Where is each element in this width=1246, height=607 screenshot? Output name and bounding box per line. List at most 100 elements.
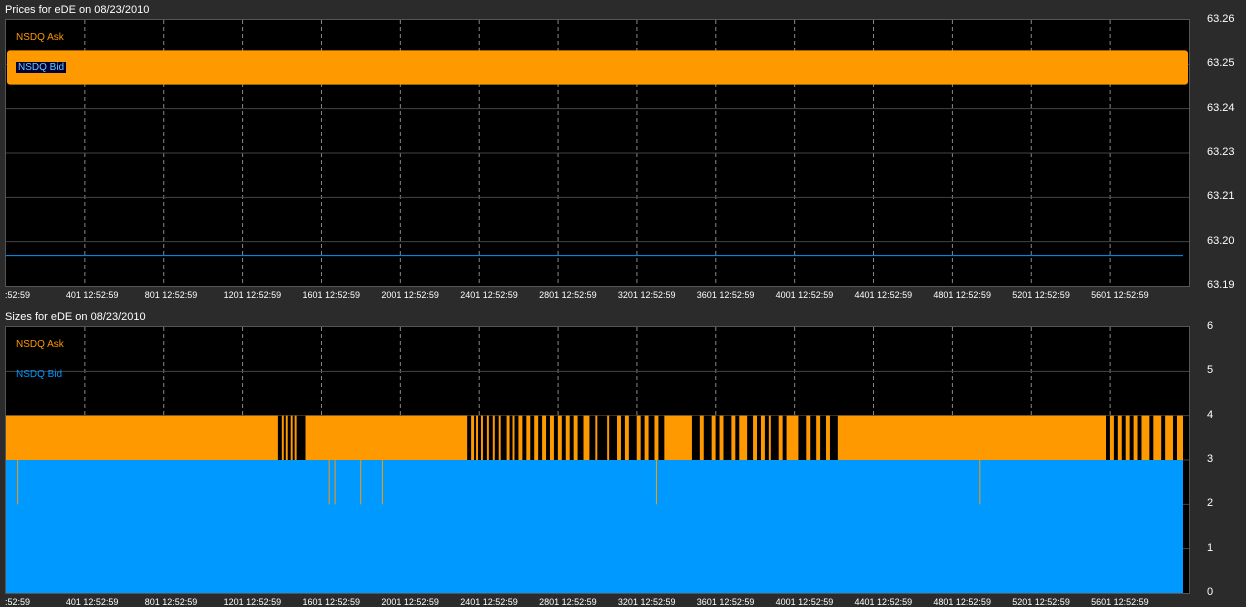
sizes-x-tick: 3201 12:52:59 [617, 597, 676, 607]
prices-x-tick: 3201 12:52:59 [617, 290, 676, 300]
ask-size-gap [1137, 415, 1142, 460]
ask-size-gap [703, 415, 712, 460]
ask-size-gap [1105, 415, 1110, 460]
ask-size-gap [715, 415, 720, 460]
ask-size-gap [538, 415, 543, 460]
sizes-y-tick: 0 [1207, 586, 1214, 598]
sizes-x-tick: 4001 12:52:59 [775, 597, 834, 607]
ask-size-gap [782, 415, 787, 460]
ask-size-gap [691, 415, 700, 460]
ask-size-gap [810, 415, 817, 460]
ask-size-gap [494, 415, 499, 460]
sizes-x-tick: 401 12:52:59 [65, 597, 119, 607]
ask-size-gap [757, 415, 761, 460]
prices-x-tick: 5601 12:52:59 [1091, 290, 1149, 300]
prices-x-tick: 4001 12:52:59 [775, 290, 834, 300]
ask-size-gap [482, 415, 487, 460]
prices-x-tick: 801 12:52:59 [144, 290, 198, 300]
ask-size-gap [474, 415, 477, 460]
ask-size-gap [467, 415, 472, 460]
ask-size-gap [597, 415, 608, 460]
sizes-x-tick: 5601 12:52:59 [1091, 597, 1149, 607]
sizes-x-tick: :52:59 [5, 597, 31, 607]
sizes-x-tick: 801 12:52:59 [144, 597, 198, 607]
sizes-chart-svg [6, 327, 1189, 593]
ask-size-gap [747, 415, 754, 460]
prices-x-tick: 5201 12:52:59 [1012, 290, 1070, 300]
prices-y-tick: 63.21 [1207, 190, 1235, 203]
ask-size-gap [1149, 415, 1154, 460]
ask-size-gap [1129, 415, 1134, 460]
prices-y-tick: 63.26 [1207, 13, 1235, 25]
sizes-chart-title: Sizes for eDE on 08/23/2010 [5, 311, 146, 323]
sizes-x-tick: 2401 12:52:59 [460, 597, 518, 607]
ask-size-gap [509, 415, 513, 460]
sizes-legend-ask: NSDQ Ask [16, 339, 64, 350]
prices-legend-bid: NSDQ Bid [16, 62, 67, 73]
prices-y-tick: 63.19 [1207, 279, 1235, 291]
sizes-y-tick: 3 [1207, 453, 1214, 465]
sizes-x-tick: 1601 12:52:59 [302, 597, 361, 607]
ask-size-gap [553, 415, 558, 460]
prices-y-tick: 63.24 [1207, 101, 1235, 114]
prices-x-tick: 1601 12:52:59 [302, 290, 361, 300]
ask-price-band [7, 50, 1188, 85]
ask-size-gap [764, 415, 769, 460]
prices-x-tick: 2801 12:52:59 [539, 290, 597, 300]
ask-size-gap [1161, 415, 1166, 460]
prices-x-tick: :52:59 [5, 290, 31, 300]
sizes-y-tick: 6 [1207, 320, 1214, 332]
ask-size-gap [723, 415, 732, 460]
ask-size-gap [640, 415, 645, 460]
prices-chart-title: Prices for eDE on 08/23/2010 [5, 4, 150, 16]
sizes-y-tick: 4 [1207, 408, 1214, 421]
ask-size-gap [522, 415, 527, 460]
prices-y-tick: 63.20 [1207, 234, 1235, 247]
ask-size-gap [292, 415, 295, 460]
ask-size-gap [1173, 415, 1177, 460]
prices-x-tick: 4401 12:52:59 [854, 290, 913, 300]
prices-x-tick: 3601 12:52:59 [696, 290, 755, 300]
prices-x-tick: 401 12:52:59 [65, 290, 119, 300]
bid-size-area [6, 460, 1183, 593]
ask-size-gap [798, 415, 807, 460]
sizes-y-tick: 5 [1207, 364, 1214, 377]
ask-size-gap [1121, 415, 1126, 460]
sizes-y-tick: 2 [1207, 497, 1214, 510]
sizes-x-tick: 4801 12:52:59 [933, 597, 991, 607]
sizes-x-tick: 5201 12:52:59 [1012, 597, 1070, 607]
sizes-plot-area[interactable]: NSDQ Ask NSDQ Bid [5, 326, 1190, 594]
ask-size-gap [500, 415, 507, 460]
ask-size-gap [620, 415, 625, 460]
ask-size-gap [1113, 415, 1118, 460]
ask-size-gap [546, 415, 550, 460]
prices-legend-ask: NSDQ Ask [16, 32, 64, 43]
ask-size-gap [648, 415, 655, 460]
ask-size-gap [820, 415, 827, 460]
prices-x-tick: 2401 12:52:59 [460, 290, 518, 300]
prices-y-tick: 63.23 [1207, 146, 1235, 158]
prices-y-tick: 63.25 [1207, 57, 1235, 70]
ask-size-gap [735, 415, 740, 460]
sizes-x-tick: 3601 12:52:59 [696, 597, 755, 607]
ask-size-gap [478, 415, 481, 460]
ask-size-gap [561, 415, 566, 460]
prices-x-tick: 2001 12:52:59 [381, 290, 439, 300]
ask-size-gap [658, 415, 665, 460]
prices-chart-svg [6, 20, 1189, 286]
prices-x-tick: 1201 12:52:59 [223, 290, 282, 300]
ask-size-gap [628, 415, 637, 460]
sizes-y-tick: 1 [1207, 541, 1214, 554]
ask-size-gap [569, 415, 574, 460]
ask-size-gap [488, 415, 493, 460]
ask-size-gap [296, 415, 306, 460]
ask-size-gap [829, 415, 838, 460]
prices-x-tick: 4801 12:52:59 [933, 290, 991, 300]
sizes-x-tick: 2801 12:52:59 [539, 597, 597, 607]
prices-plot-area[interactable]: NSDQ Ask NSDQ Bid [5, 19, 1190, 287]
ask-size-gap [609, 415, 618, 460]
ask-size-gap [277, 415, 282, 460]
ask-size-gap [514, 415, 519, 460]
ask-size-gap [530, 415, 535, 460]
ask-size-gap [770, 415, 779, 460]
